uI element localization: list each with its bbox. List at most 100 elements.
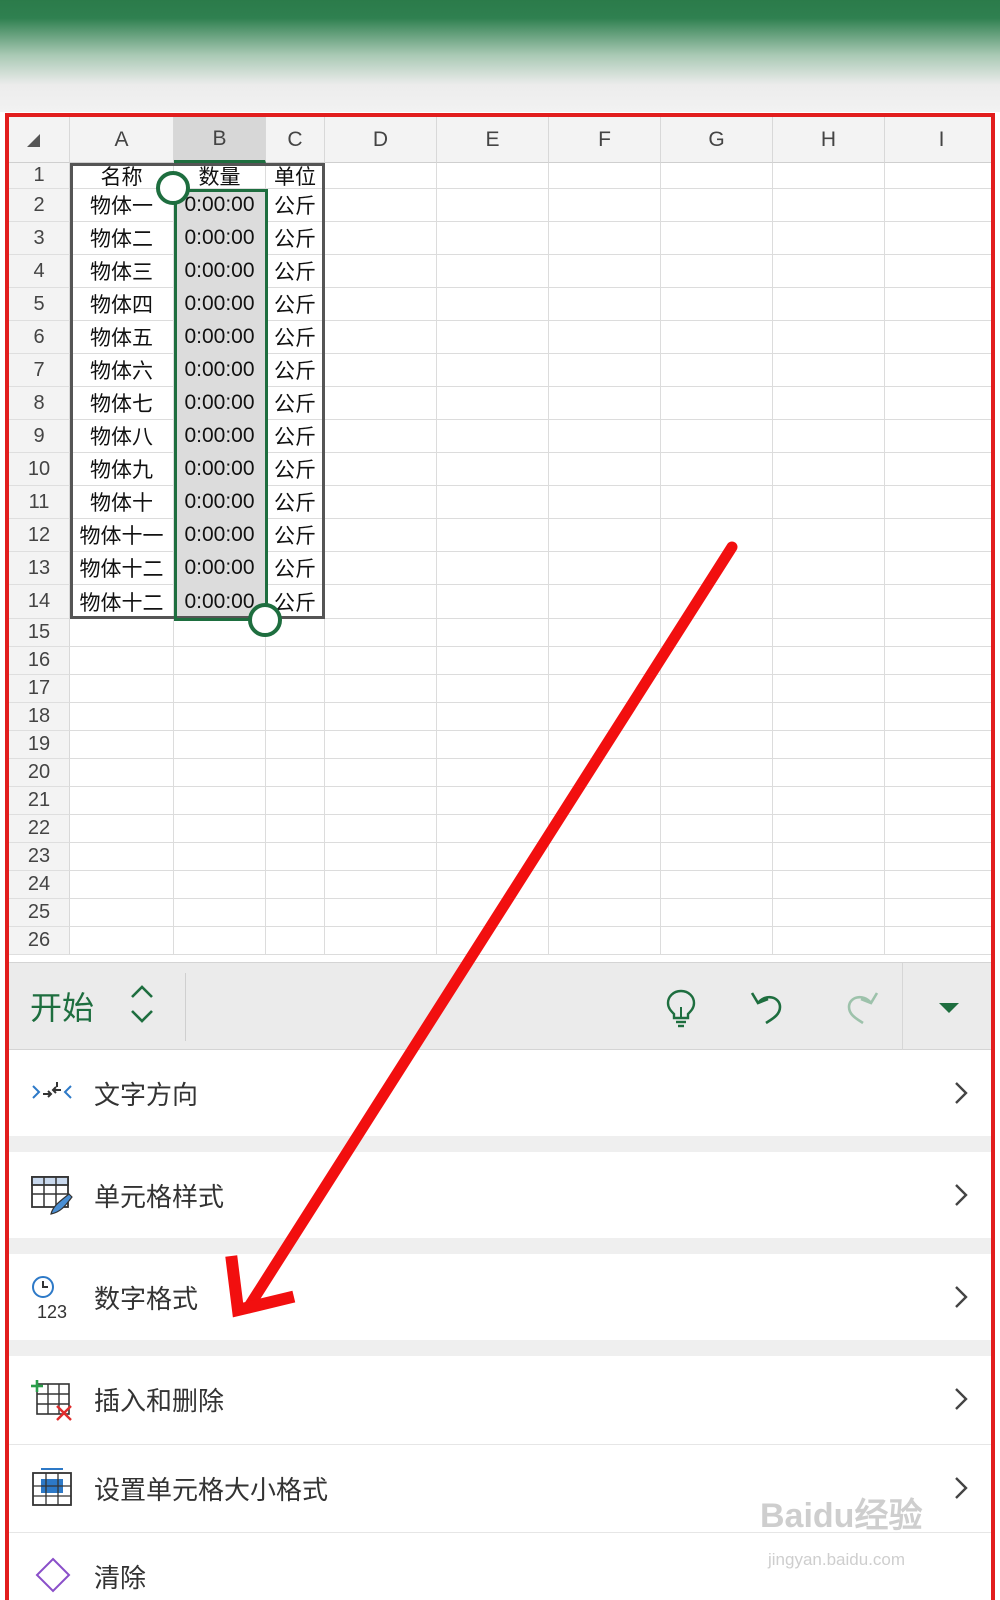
cell-h2[interactable] (773, 189, 885, 222)
cell-f22[interactable] (549, 815, 661, 843)
cell-g21[interactable] (661, 787, 773, 815)
cell-c4[interactable]: 公斤 (266, 255, 325, 288)
cell-g15[interactable] (661, 619, 773, 647)
cell-g19[interactable] (661, 731, 773, 759)
cell-a4[interactable]: 物体三 (70, 255, 174, 288)
cell-d14[interactable] (325, 585, 437, 619)
cell-h25[interactable] (773, 899, 885, 927)
cell-g14[interactable] (661, 585, 773, 619)
cell-i14[interactable] (885, 585, 991, 619)
spreadsheet-grid[interactable]: ABCDEFGHI 1 2 3 4 5 6 7 8 9 10 11 12 13 14 15 16 17 18 19 2… (9, 117, 991, 975)
cell-d1[interactable] (325, 163, 437, 189)
cell-g5[interactable] (661, 288, 773, 321)
cell-h23[interactable] (773, 843, 885, 871)
cell-e26[interactable] (437, 927, 549, 955)
cell-d4[interactable] (325, 255, 437, 288)
cell-i6[interactable] (885, 321, 991, 354)
cell-h14[interactable] (773, 585, 885, 619)
cell-a24[interactable] (70, 871, 174, 899)
cell-h8[interactable] (773, 387, 885, 420)
cell-d8[interactable] (325, 387, 437, 420)
cell-i11[interactable] (885, 486, 991, 519)
cell-f23[interactable] (549, 843, 661, 871)
row-header-15[interactable]: 15 (9, 619, 70, 647)
cell-c24[interactable] (266, 871, 325, 899)
cell-i4[interactable] (885, 255, 991, 288)
cell-e16[interactable] (437, 647, 549, 675)
column-header-h[interactable]: H (773, 117, 885, 163)
column-header-d[interactable]: D (325, 117, 437, 163)
cell-g17[interactable] (661, 675, 773, 703)
row-header-13[interactable]: 13 (9, 552, 70, 585)
cell-i13[interactable] (885, 552, 991, 585)
cell-e24[interactable] (437, 871, 549, 899)
cell-g9[interactable] (661, 420, 773, 453)
cell-i5[interactable] (885, 288, 991, 321)
cell-e15[interactable] (437, 619, 549, 647)
cell-c6[interactable]: 公斤 (266, 321, 325, 354)
row-header-25[interactable]: 25 (9, 899, 70, 927)
cell-f2[interactable] (549, 189, 661, 222)
cell-h18[interactable] (773, 703, 885, 731)
cell-d17[interactable] (325, 675, 437, 703)
cell-d20[interactable] (325, 759, 437, 787)
cell-e6[interactable] (437, 321, 549, 354)
cell-h4[interactable] (773, 255, 885, 288)
cell-c18[interactable] (266, 703, 325, 731)
cell-b6[interactable]: 0:00:00 (174, 321, 266, 354)
cell-a3[interactable]: 物体二 (70, 222, 174, 255)
row-header-10[interactable]: 10 (9, 453, 70, 486)
row-header-21[interactable]: 21 (9, 787, 70, 815)
cell-d3[interactable] (325, 222, 437, 255)
cell-h22[interactable] (773, 815, 885, 843)
cell-a19[interactable] (70, 731, 174, 759)
row-header-22[interactable]: 22 (9, 815, 70, 843)
cell-i10[interactable] (885, 453, 991, 486)
tab-switch-icon[interactable] (127, 979, 157, 1029)
cell-e18[interactable] (437, 703, 549, 731)
cell-d25[interactable] (325, 899, 437, 927)
cell-h24[interactable] (773, 871, 885, 899)
select-all-corner[interactable] (9, 117, 70, 163)
cell-e7[interactable] (437, 354, 549, 387)
cell-h11[interactable] (773, 486, 885, 519)
cell-a7[interactable]: 物体六 (70, 354, 174, 387)
row-header-16[interactable]: 16 (9, 647, 70, 675)
collapse-dropdown-icon[interactable] (927, 985, 971, 1029)
cell-f21[interactable] (549, 787, 661, 815)
cell-b13[interactable]: 0:00:00 (174, 552, 266, 585)
cell-b17[interactable] (174, 675, 266, 703)
cell-b26[interactable] (174, 927, 266, 955)
cell-i17[interactable] (885, 675, 991, 703)
cell-e11[interactable] (437, 486, 549, 519)
cell-b24[interactable] (174, 871, 266, 899)
cell-f6[interactable] (549, 321, 661, 354)
cell-d23[interactable] (325, 843, 437, 871)
cell-e2[interactable] (437, 189, 549, 222)
cell-b8[interactable]: 0:00:00 (174, 387, 266, 420)
cell-e17[interactable] (437, 675, 549, 703)
cell-c1[interactable]: 单位 (266, 163, 325, 189)
cell-i22[interactable] (885, 815, 991, 843)
cell-a12[interactable]: 物体十一 (70, 519, 174, 552)
cell-a26[interactable] (70, 927, 174, 955)
cell-h17[interactable] (773, 675, 885, 703)
cell-a14[interactable]: 物体十二 (70, 585, 174, 619)
cell-a22[interactable] (70, 815, 174, 843)
row-header-3[interactable]: 3 (9, 222, 70, 255)
cell-e10[interactable] (437, 453, 549, 486)
cell-a17[interactable] (70, 675, 174, 703)
cell-h1[interactable] (773, 163, 885, 189)
cell-e25[interactable] (437, 899, 549, 927)
cell-i7[interactable] (885, 354, 991, 387)
row-header-9[interactable]: 9 (9, 420, 70, 453)
cell-h16[interactable] (773, 647, 885, 675)
cell-i24[interactable] (885, 871, 991, 899)
cell-a25[interactable] (70, 899, 174, 927)
cell-d2[interactable] (325, 189, 437, 222)
cell-f15[interactable] (549, 619, 661, 647)
cell-g23[interactable] (661, 843, 773, 871)
cell-c3[interactable]: 公斤 (266, 222, 325, 255)
menu-item-cell-styles[interactable]: 单元格样式 (9, 1152, 991, 1238)
cell-e1[interactable] (437, 163, 549, 189)
